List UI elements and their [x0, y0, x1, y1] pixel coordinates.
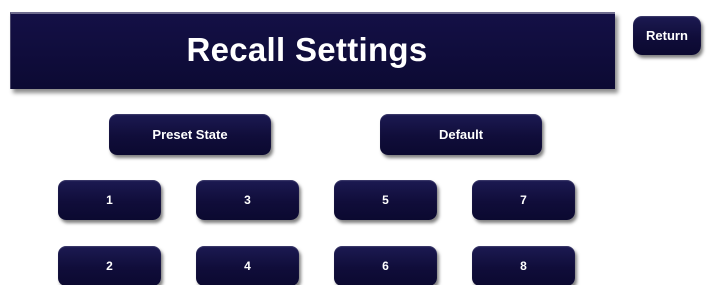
preset-7-button[interactable]: 7 — [472, 180, 575, 220]
preset-3-button[interactable]: 3 — [196, 180, 299, 220]
return-button[interactable]: Return — [633, 16, 701, 55]
preset-4-button[interactable]: 4 — [196, 246, 299, 285]
preset-1-button[interactable]: 1 — [58, 180, 161, 220]
recall-settings-screen: Recall Settings Return Preset State Defa… — [0, 0, 707, 285]
preset-state-button[interactable]: Preset State — [109, 114, 271, 155]
preset-5-button[interactable]: 5 — [334, 180, 437, 220]
preset-2-button[interactable]: 2 — [58, 246, 161, 285]
preset-8-button[interactable]: 8 — [472, 246, 575, 285]
preset-6-button[interactable]: 6 — [334, 246, 437, 285]
page-title: Recall Settings — [186, 30, 428, 68]
default-button[interactable]: Default — [380, 114, 542, 155]
title-banner: Recall Settings — [10, 12, 615, 89]
